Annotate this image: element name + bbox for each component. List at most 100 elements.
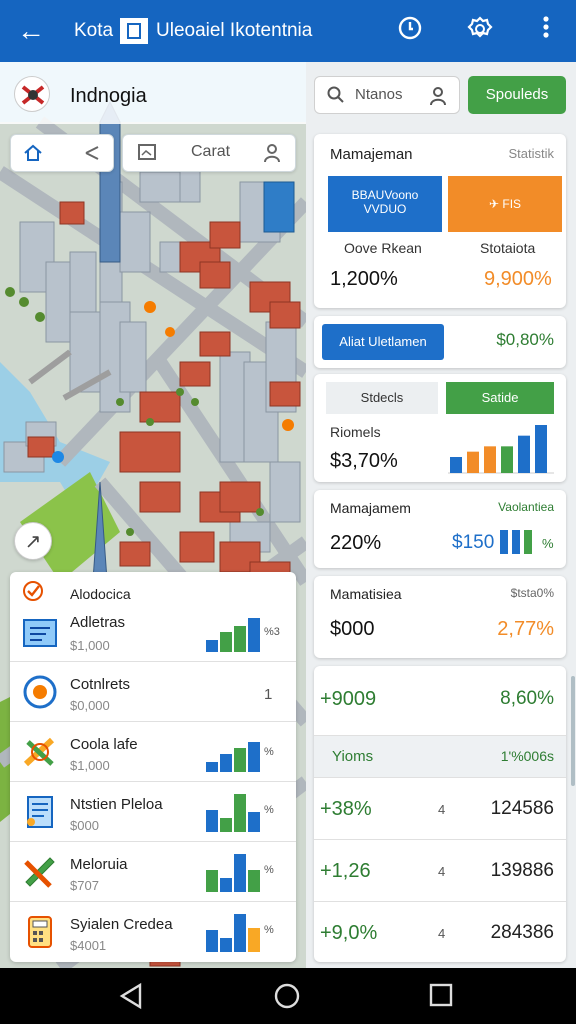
settings-gear-icon[interactable] bbox=[464, 15, 496, 47]
list-item[interactable]: Coola lafe $1,000 % bbox=[10, 722, 296, 782]
list-item-pct: % bbox=[264, 924, 274, 936]
stats-label-left: Oove Rkean bbox=[344, 240, 422, 256]
table-row[interactable]: +38% 4 124586 bbox=[314, 778, 566, 840]
list-item[interactable]: Meloruia $707 % bbox=[10, 842, 296, 902]
list-item-title: Meloruia bbox=[70, 856, 128, 873]
ruler-pencil-icon bbox=[22, 854, 58, 890]
image-icon[interactable] bbox=[137, 143, 157, 166]
nav-recents-icon[interactable] bbox=[428, 982, 458, 1010]
plane-icon: ✈ bbox=[488, 197, 503, 211]
calculator-icon bbox=[22, 914, 58, 950]
list-item[interactable]: Alodocica Adletras $1,000 %3 bbox=[10, 572, 296, 662]
compass-icon[interactable]: ↗ bbox=[14, 522, 52, 560]
card-subheading: $tsta0% bbox=[510, 586, 554, 600]
list-item[interactable]: Cotnlrets $0,000 1 bbox=[10, 662, 296, 722]
search-button[interactable]: Spouleds bbox=[468, 76, 566, 114]
nav-back-icon[interactable] bbox=[118, 982, 148, 1010]
overflow-menu-icon[interactable] bbox=[530, 15, 562, 47]
card-heading: Mamajamem bbox=[330, 500, 411, 516]
route-icon[interactable] bbox=[83, 143, 103, 168]
search-icon bbox=[327, 86, 345, 108]
list-item[interactable]: Syialen Credea $4001 % bbox=[10, 902, 296, 962]
list-item-count: 1 bbox=[264, 686, 273, 703]
mini-bar-chart bbox=[206, 854, 260, 892]
list-item-amount: $4001 bbox=[70, 938, 107, 953]
back-arrow-icon[interactable]: ← bbox=[14, 14, 48, 48]
table-cell: 4 bbox=[438, 864, 446, 879]
table-row[interactable]: +1,26 4 139886 bbox=[314, 840, 566, 902]
pencil-cross-icon bbox=[22, 734, 58, 770]
chart-bar bbox=[518, 435, 530, 473]
mini-bar-chart bbox=[206, 914, 260, 952]
materials-card: Mamatisiea $tsta0% $000 2,77% bbox=[314, 576, 566, 658]
tabs-card-label: Riomels bbox=[330, 424, 381, 440]
list-item-pct: % bbox=[264, 804, 274, 816]
chart-bar bbox=[484, 446, 496, 473]
table-cell: +1,26 bbox=[320, 860, 371, 882]
circle-target-icon bbox=[22, 674, 58, 710]
stats-card: Mamajeman Statistik BBAUVoono VVDUO ✈ FI… bbox=[314, 134, 566, 308]
search-input[interactable]: Ntanos bbox=[314, 76, 460, 114]
app-bar: ← Kota Uleoaiel Ikotentnia bbox=[0, 0, 576, 62]
card-subheading: Vaolantiea bbox=[498, 500, 554, 514]
mat-value: $000 bbox=[330, 618, 375, 640]
user-icon[interactable] bbox=[429, 86, 447, 110]
table-cell: 4 bbox=[438, 926, 446, 941]
list-item-amount: $707 bbox=[70, 878, 99, 893]
list-item-title: Syialen Credea bbox=[70, 916, 173, 933]
table-row[interactable]: +9009 8,60% bbox=[314, 666, 566, 736]
table-cell: 284386 bbox=[490, 922, 554, 943]
list-item-amount: $1,000 bbox=[70, 758, 110, 773]
mgmt-side-pct: % bbox=[542, 536, 554, 551]
stats-value-left: 1,200% bbox=[330, 268, 398, 290]
stats-tile-text: FIS bbox=[502, 197, 522, 211]
tab-stdecls[interactable]: Stdecls bbox=[326, 382, 438, 414]
region-flag-icon bbox=[14, 76, 50, 112]
list-item-pct: % bbox=[264, 864, 274, 876]
mini-bar-chart bbox=[206, 794, 260, 832]
stats-label-right: Stotaiota bbox=[480, 240, 536, 256]
app-title-secondary: Uleoaiel Ikotentnia bbox=[156, 20, 313, 41]
tab-satide[interactable]: Satide bbox=[446, 382, 554, 414]
table-header-cell: 1'%006s bbox=[500, 748, 554, 764]
table-cell: +9009 bbox=[320, 688, 377, 710]
nav-home-icon[interactable] bbox=[273, 982, 303, 1010]
list-item[interactable]: Ntstien Pleloa $000 % bbox=[10, 782, 296, 842]
list-item-pct: % bbox=[264, 746, 274, 758]
chart-bar bbox=[467, 451, 479, 473]
mgmt-value: 220% bbox=[330, 532, 382, 554]
table-cell: 8,60% bbox=[500, 688, 554, 709]
data-table: +9009 8,60% Yioms 1'%006s +38% 4 124586 … bbox=[314, 666, 566, 962]
list-item-title: Coola lafe bbox=[70, 736, 138, 753]
table-cell: 124586 bbox=[490, 798, 554, 819]
chart-bar bbox=[501, 446, 513, 473]
stats-tile-text: BBAUVoono VVDUO bbox=[351, 188, 419, 216]
list-item-title: Alodocica bbox=[70, 586, 131, 602]
table-header: Yioms 1'%006s bbox=[314, 736, 566, 778]
map-control-home[interactable] bbox=[10, 134, 114, 172]
card-heading: Mamatisiea bbox=[330, 586, 402, 602]
management-card: Mamajamem Vaolantiea 220% $150 % bbox=[314, 490, 566, 568]
stats-tile-right[interactable]: ✈ FIS bbox=[448, 176, 562, 232]
chart-bar bbox=[450, 457, 462, 473]
stats-tile-left[interactable]: BBAUVoono VVDUO bbox=[328, 176, 442, 232]
mini-bar-chart bbox=[206, 736, 260, 772]
category-list: Alodocica Adletras $1,000 %3 Cotnlrets $… bbox=[10, 572, 296, 962]
list-item-title: Adletras bbox=[70, 614, 126, 631]
home-icon[interactable] bbox=[23, 143, 43, 168]
map-control-field[interactable]: Carat bbox=[122, 134, 296, 172]
scrollbar[interactable] bbox=[571, 676, 575, 786]
user-icon[interactable] bbox=[263, 143, 281, 168]
mini-bar-chart bbox=[500, 526, 540, 554]
table-row[interactable]: +9,0% 4 284386 bbox=[314, 902, 566, 962]
action-button[interactable]: Aliat Uletlamen bbox=[322, 324, 444, 360]
chart-bar bbox=[535, 425, 547, 473]
document-icon bbox=[22, 794, 58, 830]
action-card: Aliat Uletlamen $0,80% bbox=[314, 316, 566, 368]
card-subheading: Statistik bbox=[508, 146, 554, 161]
list-item-amount: $1,000 bbox=[70, 638, 110, 653]
clock-icon[interactable] bbox=[394, 15, 426, 47]
mat-side-value: 2,77% bbox=[497, 618, 554, 640]
table-cell: 4 bbox=[438, 802, 446, 817]
search-placeholder: Ntanos bbox=[355, 86, 403, 103]
